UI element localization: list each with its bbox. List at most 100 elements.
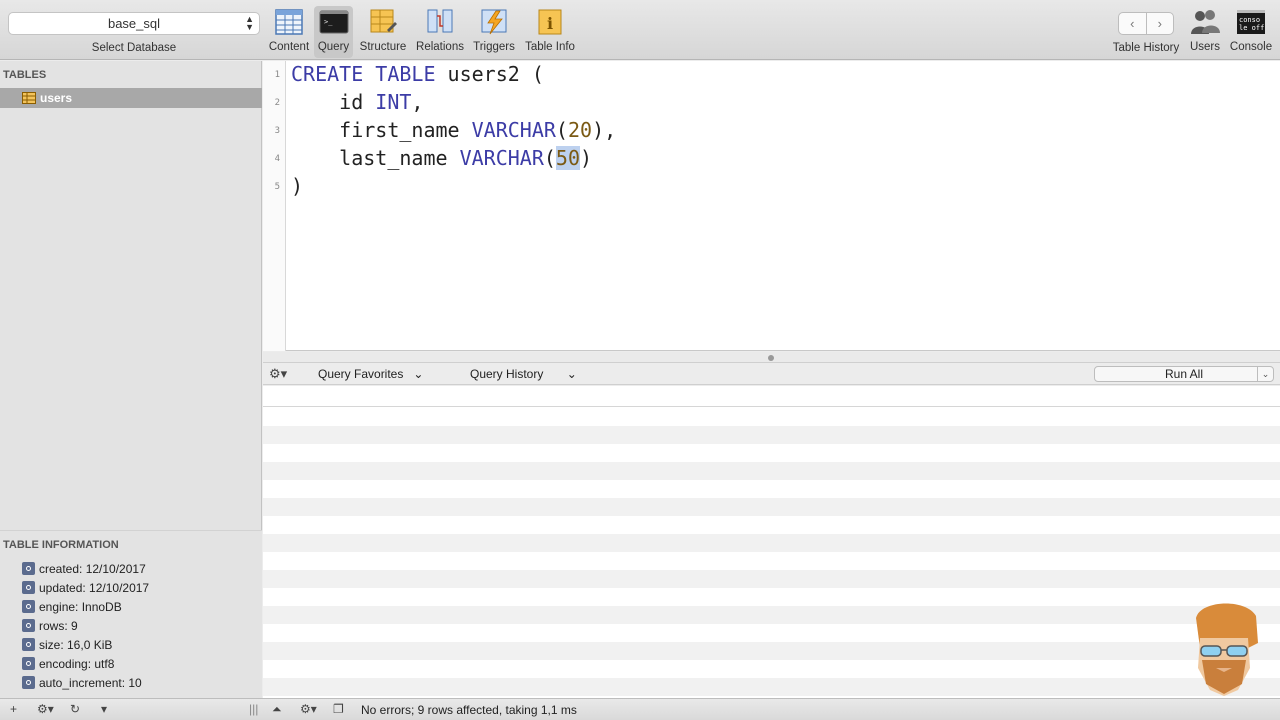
history-nav: ‹ › [1118, 12, 1174, 35]
table-item-label: users [40, 91, 73, 105]
relations-button[interactable]: Relations [414, 6, 466, 58]
results-row [263, 570, 1280, 588]
avatar [1196, 603, 1258, 696]
table-item-users[interactable]: users [0, 88, 262, 108]
gear-icon[interactable]: ⚙▾ [300, 702, 317, 716]
content-button-label: Content [268, 41, 310, 53]
code-line[interactable]: last_name VARCHAR(50) [291, 146, 592, 172]
results-row [263, 498, 1280, 516]
query-favorites-menu[interactable]: Query Favorites ⌄ [318, 367, 423, 381]
results-table[interactable] [263, 386, 1280, 698]
back-arrow-icon[interactable]: ‹ [1119, 13, 1147, 34]
resize-grip-icon[interactable]: ||| [249, 702, 258, 716]
query-history-menu[interactable]: Query History ⌄ [470, 367, 577, 381]
table-information-title: TABLE INFORMATION [3, 539, 119, 551]
console-icon: conso le off [1237, 10, 1265, 34]
chevron-down-icon: ⌄ [413, 367, 424, 381]
terminal-icon: >_ [319, 10, 348, 34]
code-token: first_name [291, 118, 472, 142]
run-all-label: Run All [1164, 367, 1204, 381]
gear-icon[interactable]: ⚙▾ [269, 366, 287, 382]
code-token: ) [580, 146, 593, 170]
line-number-gutter: 1 2 3 4 5 [263, 61, 286, 351]
results-row [263, 642, 1280, 660]
run-all-button[interactable]: Run All ⌄ [1094, 366, 1274, 382]
code-token: ( [555, 118, 568, 142]
code-token: ( [543, 146, 556, 170]
code-token: CREATE TABLE [291, 62, 436, 86]
code-token: ), [592, 118, 617, 142]
select-database-label: Select Database [91, 42, 177, 54]
info-bullet-icon [22, 619, 35, 632]
info-updated: updated: 12/10/2017 [39, 581, 150, 595]
svg-text:>_: >_ [324, 18, 333, 26]
results-row [263, 426, 1280, 444]
run-options-dropdown[interactable]: ⌄ [1257, 367, 1273, 381]
code-token: INT [375, 90, 412, 114]
copy-icon[interactable]: ❐ [333, 702, 344, 716]
info-item: size: 16,0 KiB [22, 638, 112, 654]
line-number: 4 [274, 154, 280, 164]
code-token: ) [291, 174, 304, 198]
line-number: 3 [274, 126, 280, 136]
code-line[interactable]: CREATE TABLE users2 ( [291, 62, 544, 88]
triggers-button[interactable]: Triggers [471, 6, 517, 58]
chevron-down-icon: ⌄ [566, 367, 577, 381]
code-token: , [411, 90, 424, 114]
triggers-button-label: Triggers [473, 41, 515, 53]
info-item: created: 12/10/2017 [22, 562, 146, 578]
structure-icon [370, 9, 397, 33]
table-history-label[interactable]: Table History [1110, 42, 1182, 56]
users-button[interactable]: Users [1187, 6, 1223, 58]
database-select[interactable]: base_sql ▲ ▼ [8, 12, 260, 35]
sidebar: TABLES users TABLE INFORMATION created: … [0, 61, 262, 698]
code-line[interactable]: ) [291, 174, 303, 200]
users-icon [1191, 10, 1220, 34]
query-bar: ⚙▾ Query Favorites ⌄ Query History ⌄ Run… [263, 363, 1280, 385]
code-token: users2 ( [435, 62, 544, 86]
info-encoding: encoding: utf8 [39, 657, 115, 671]
info-bullet-icon [22, 638, 35, 651]
info-size: size: 16,0 KiB [39, 638, 113, 652]
code-token: 20 [567, 118, 593, 142]
code-token: id [291, 90, 376, 114]
code-token: VARCHAR [459, 146, 544, 170]
code-line[interactable]: id INT, [291, 90, 423, 116]
status-message: No errors; 9 rows affected, taking 1,1 m… [361, 703, 577, 717]
results-header [263, 386, 1280, 407]
table-info-button-label: Table Info [525, 41, 575, 53]
refresh-icon[interactable]: ↻ [70, 702, 80, 716]
toggle-editor-icon[interactable]: ⏶ [272, 702, 282, 717]
triggers-icon [481, 9, 507, 35]
svg-text:le off: le off [1239, 24, 1264, 32]
relations-icon [427, 9, 453, 33]
info-bullet-icon [22, 676, 35, 689]
table-information-panel: TABLE INFORMATION created: 12/10/2017 up… [0, 530, 262, 698]
table-info-button[interactable]: i Table Info [522, 6, 578, 58]
console-button[interactable]: conso le off Console [1228, 6, 1274, 58]
gear-icon[interactable]: ⚙▾ [37, 702, 54, 716]
svg-text:conso: conso [1239, 16, 1260, 24]
content-button[interactable]: Content [267, 6, 311, 58]
updown-arrows-icon: ▲ ▼ [245, 14, 254, 32]
structure-button[interactable]: Structure [357, 6, 409, 58]
splitter-handle-icon[interactable] [768, 355, 774, 361]
results-row [263, 462, 1280, 480]
status-bar: + ⚙▾ ↻ ▾ ||| ⏶ ⚙▾ ❐ No errors; 9 rows af… [0, 698, 1280, 720]
add-table-button[interactable]: + [10, 702, 17, 716]
query-button[interactable]: >_ Query [314, 6, 353, 58]
query-editor[interactable]: 1 2 3 4 5 CREATE TABLE users2 ( id INT, … [263, 61, 1280, 351]
info-bullet-icon [22, 600, 35, 613]
code-line[interactable]: first_name VARCHAR(20), [291, 118, 616, 144]
info-item: engine: InnoDB [22, 600, 122, 616]
line-number: 1 [274, 70, 280, 80]
filter-icon[interactable]: ▾ [101, 702, 107, 716]
code-token: VARCHAR [471, 118, 556, 142]
info-item: rows: 9 [22, 619, 78, 635]
results-row [263, 534, 1280, 552]
info-icon: i [538, 9, 562, 35]
forward-arrow-icon[interactable]: › [1147, 13, 1174, 34]
editor-splitter[interactable] [263, 352, 1280, 363]
line-number: 2 [274, 98, 280, 108]
info-item: updated: 12/10/2017 [22, 581, 149, 597]
